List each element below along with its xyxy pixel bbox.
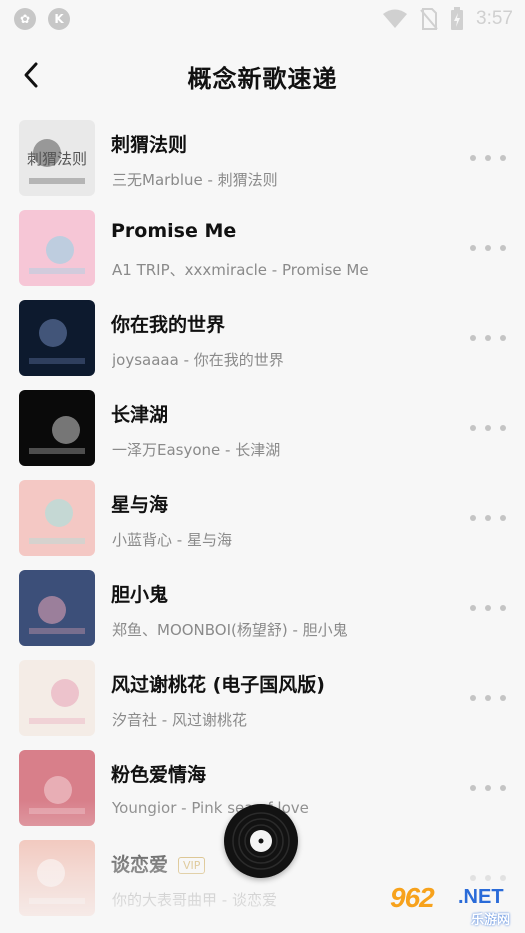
app-icon: ✿	[14, 8, 36, 30]
header: 概念新歌速递	[0, 44, 525, 108]
watermark-text: 乐游网	[470, 913, 510, 928]
song-row[interactable]: 星与海小蓝背心 - 星与海	[0, 476, 525, 566]
dot-icon	[500, 245, 506, 251]
status-time: 3:57	[476, 8, 513, 29]
more-options-button[interactable]	[470, 240, 506, 256]
album-cover	[19, 660, 95, 736]
watermark-suffix: .NET	[458, 886, 504, 908]
dot-icon	[485, 695, 491, 701]
dot-icon	[500, 875, 506, 881]
song-row[interactable]: 刺猬法则 刺猬法则 三无Marblue - 刺猬法则	[0, 116, 525, 206]
song-row[interactable]: Promise Me A1 TRIP、xxxmiracle - Promise M…	[0, 206, 525, 296]
album-cover	[19, 750, 95, 826]
wifi-icon	[382, 9, 408, 29]
more-options-button[interactable]	[470, 330, 506, 346]
album-cover: 刺猬法则	[19, 120, 95, 196]
dot-icon	[500, 515, 506, 521]
dot-icon	[470, 875, 476, 881]
no-sim-icon	[420, 8, 438, 30]
status-bar: ✿ K 3:57	[0, 0, 525, 38]
song-title: 谈恋爱 VIP	[111, 850, 206, 877]
song-artist-line: 郑鱼、MOONBOI(杨望舒) - 胆小鬼	[112, 621, 348, 639]
dot-icon	[485, 155, 491, 161]
watermark: 962 .NET 乐游网	[384, 882, 520, 930]
battery-charging-icon	[450, 7, 464, 31]
dot-icon	[470, 785, 476, 791]
dot-icon	[470, 245, 476, 251]
more-options-button[interactable]	[470, 690, 506, 706]
chevron-left-icon	[24, 62, 38, 88]
dot-icon	[470, 695, 476, 701]
dot-icon	[500, 335, 506, 341]
album-cover	[19, 570, 95, 646]
song-artist-line: joysaaaa - 你在我的世界	[112, 351, 284, 369]
k-icon: K	[48, 8, 70, 30]
more-options-button[interactable]	[470, 420, 506, 436]
song-artist-line: 一泽万Easyone - 长津湖	[112, 441, 281, 459]
dot-icon	[470, 155, 476, 161]
dot-icon	[500, 425, 506, 431]
dot-icon	[500, 605, 506, 611]
album-cover	[19, 480, 95, 556]
svg-text:刺猬法则: 刺猬法则	[27, 150, 87, 168]
song-row[interactable]: 风过谢桃花 (电子国风版) 汐音社 - 风过谢桃花	[0, 656, 525, 746]
dot-icon	[500, 695, 506, 701]
song-title: 你在我的世界	[111, 314, 226, 336]
more-options-button[interactable]	[470, 600, 506, 616]
dot-icon	[485, 335, 491, 341]
back-button[interactable]	[14, 58, 48, 92]
dot-icon	[500, 785, 506, 791]
watermark-number: 962	[390, 882, 435, 913]
song-artist-line: 三无Marblue - 刺猬法则	[112, 171, 278, 189]
song-row[interactable]: 长津湖一泽万Easyone - 长津湖	[0, 386, 525, 476]
dot-icon	[470, 425, 476, 431]
vinyl-record-icon	[225, 805, 297, 877]
dot-icon	[485, 605, 491, 611]
song-row[interactable]: 胆小鬼郑鱼、MOONBOI(杨望舒) - 胆小鬼	[0, 566, 525, 656]
song-artist-line: 你的大表哥曲甲 - 谈恋爱	[112, 891, 277, 909]
song-title: 长津湖	[111, 404, 169, 426]
dot-icon	[485, 875, 491, 881]
vip-badge: VIP	[178, 857, 206, 874]
more-options-button[interactable]	[470, 780, 506, 796]
song-artist-line: 汐音社 - 风过谢桃花	[112, 711, 247, 729]
album-cover	[19, 390, 95, 466]
more-options-button[interactable]	[470, 150, 506, 166]
dot-icon	[470, 605, 476, 611]
more-options-button[interactable]	[470, 510, 506, 526]
song-title: 胆小鬼	[111, 584, 169, 606]
song-title: 粉色爱情海	[111, 764, 207, 786]
album-cover	[19, 300, 95, 376]
song-row[interactable]: 你在我的世界 joysaaaa - 你在我的世界	[0, 296, 525, 386]
song-title: 星与海	[111, 494, 169, 516]
dot-icon	[470, 335, 476, 341]
song-artist-line: A1 TRIP、xxxmiracle - Promise Me	[112, 261, 369, 279]
dot-icon	[470, 515, 476, 521]
dot-icon	[485, 245, 491, 251]
dot-icon	[485, 425, 491, 431]
song-artist-line: 小蓝背心 - 星与海	[112, 531, 232, 549]
song-title: 风过谢桃花 (电子国风版)	[111, 674, 325, 696]
song-title: 刺猬法则	[111, 134, 188, 156]
dot-icon	[485, 515, 491, 521]
page-title: 概念新歌速递	[187, 64, 338, 93]
album-cover	[19, 210, 95, 286]
dot-icon	[500, 155, 506, 161]
dot-icon	[485, 785, 491, 791]
album-cover	[19, 840, 95, 916]
mini-player-button[interactable]	[224, 804, 298, 878]
song-title: Promise Me	[111, 220, 237, 242]
